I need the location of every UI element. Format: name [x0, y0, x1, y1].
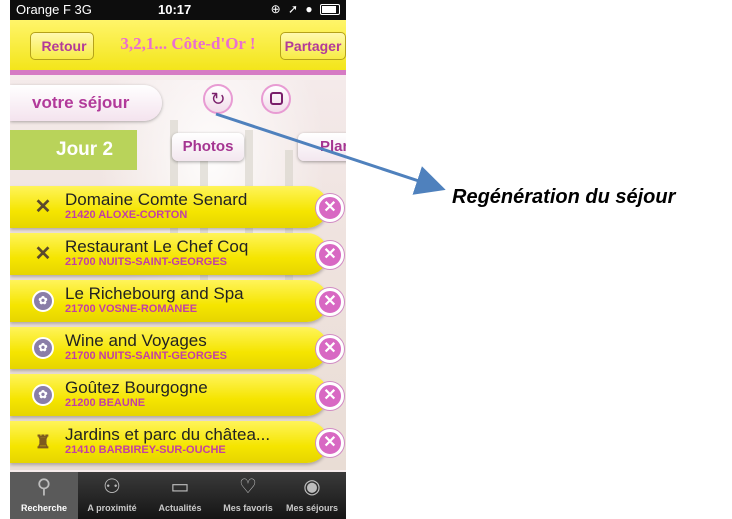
- tab-label: Mes favoris: [223, 503, 273, 513]
- tab-label: Recherche: [20, 503, 68, 513]
- item-name: Goûtez Bourgogne: [65, 378, 208, 397]
- list-item[interactable]: ✿ Wine and Voyages 21700 NUITS-SAINT-GEO…: [10, 327, 346, 369]
- remove-item-button[interactable]: ✕: [316, 382, 344, 410]
- tab-bar: ⚲ Recherche ⚇ A proximité ▭ Actualités ♡…: [10, 472, 346, 519]
- book-icon: ▭: [170, 476, 190, 498]
- remove-item-button[interactable]: ✕: [316, 194, 344, 222]
- list-item[interactable]: ✿ Goûtez Bourgogne 21200 BEAUNE ✕: [10, 374, 346, 416]
- close-icon: ✕: [323, 293, 337, 310]
- item-name: Le Richebourg and Spa: [65, 284, 244, 303]
- search-icon: ⚲: [36, 476, 52, 498]
- location-icon: ⚇: [103, 476, 121, 498]
- alarm-icon: ●: [305, 2, 315, 16]
- tab-label: A proximité: [87, 503, 137, 513]
- plan-button[interactable]: Plan: [298, 133, 346, 161]
- remove-item-button[interactable]: ✕: [316, 288, 344, 316]
- list-item[interactable]: ♜ Jardins et parc du châtea... 21410 BAR…: [10, 421, 346, 463]
- item-address: 21700 NUITS-SAINT-GEORGES: [65, 350, 227, 362]
- close-icon: ✕: [323, 387, 337, 404]
- item-name: Wine and Voyages: [65, 331, 207, 350]
- activity-icon: ✿: [32, 337, 54, 359]
- carrier-label: Orange F 3G: [16, 2, 92, 17]
- eye-icon: ◉: [303, 476, 321, 498]
- tab-label: Actualités: [158, 503, 202, 513]
- annotation-label: Regénération du séjour: [452, 186, 676, 208]
- close-icon: ✕: [323, 199, 337, 216]
- item-name: Domaine Comte Senard: [65, 190, 248, 209]
- remove-item-button[interactable]: ✕: [316, 429, 344, 457]
- battery-icon: [320, 4, 340, 16]
- tab-actualites[interactable]: ▭ Actualités: [146, 472, 214, 519]
- tab-recherche[interactable]: ⚲ Recherche: [10, 472, 78, 519]
- day-label[interactable]: Jour 2: [10, 130, 137, 170]
- tab-mes-sejours[interactable]: ◉ Mes séjours: [278, 472, 346, 519]
- regenerate-button[interactable]: ↻: [203, 84, 233, 114]
- activity-icon: ✿: [32, 290, 54, 312]
- phone-screen: Orange F 3G 10:17 ⊕ ➚ ● Retour 3,2,1... …: [10, 0, 346, 519]
- lock-icon: ⊕: [270, 2, 283, 16]
- list-item[interactable]: ✿ Le Richebourg and Spa 21700 VOSNE-ROMA…: [10, 280, 346, 322]
- restaurant-icon: ✕: [34, 196, 52, 218]
- back-button[interactable]: Retour: [18, 32, 94, 60]
- heart-icon: ♡: [239, 476, 257, 498]
- save-button[interactable]: [261, 84, 291, 114]
- activity-icon: ✿: [32, 384, 54, 406]
- tab-label: Mes séjours: [285, 503, 339, 513]
- item-address: 21410 BARBIREY-SUR-OUCHE: [65, 444, 226, 456]
- item-address: 21200 BEAUNE: [65, 397, 146, 409]
- restaurant-icon: ✕: [34, 243, 52, 265]
- save-icon: [269, 92, 283, 105]
- close-icon: ✕: [323, 340, 337, 357]
- item-address: 21420 ALOXE-CORTON: [65, 209, 188, 221]
- tab-a-proximite[interactable]: ⚇ A proximité: [78, 472, 146, 519]
- item-name: Restaurant Le Chef Coq: [65, 237, 249, 256]
- tab-mes-favoris[interactable]: ♡ Mes favoris: [214, 472, 282, 519]
- photos-button[interactable]: Photos: [172, 133, 244, 161]
- item-address: 21700 NUITS-SAINT-GEORGES: [65, 256, 227, 268]
- castle-icon: ♜: [34, 432, 52, 452]
- refresh-icon: ↻: [210, 89, 226, 109]
- item-address: 21700 VOSNE-ROMANEE: [65, 303, 198, 315]
- sejour-tab[interactable]: votre séjour: [10, 85, 162, 121]
- status-bar: Orange F 3G 10:17 ⊕ ➚ ●: [10, 0, 346, 20]
- remove-item-button[interactable]: ✕: [316, 335, 344, 363]
- status-icons: ⊕ ➚ ●: [271, 2, 340, 16]
- clock: 10:17: [158, 2, 192, 17]
- list-item[interactable]: ✕ Restaurant Le Chef Coq 21700 NUITS-SAI…: [10, 233, 346, 275]
- location-arrow-icon: ➚: [288, 2, 301, 16]
- page-title: 3,2,1... Côte-d'Or !: [120, 34, 256, 53]
- item-name: Jardins et parc du châtea...: [65, 425, 271, 444]
- close-icon: ✕: [323, 246, 337, 263]
- share-button[interactable]: Partager: [280, 32, 346, 60]
- remove-item-button[interactable]: ✕: [316, 241, 344, 269]
- list-item[interactable]: ✕ Domaine Comte Senard 21420 ALOXE-CORTO…: [10, 186, 346, 228]
- close-icon: ✕: [323, 434, 337, 451]
- back-button-label: Retour: [41, 38, 87, 54]
- navigation-bar: Retour 3,2,1... Côte-d'Or ! Partager: [10, 20, 346, 75]
